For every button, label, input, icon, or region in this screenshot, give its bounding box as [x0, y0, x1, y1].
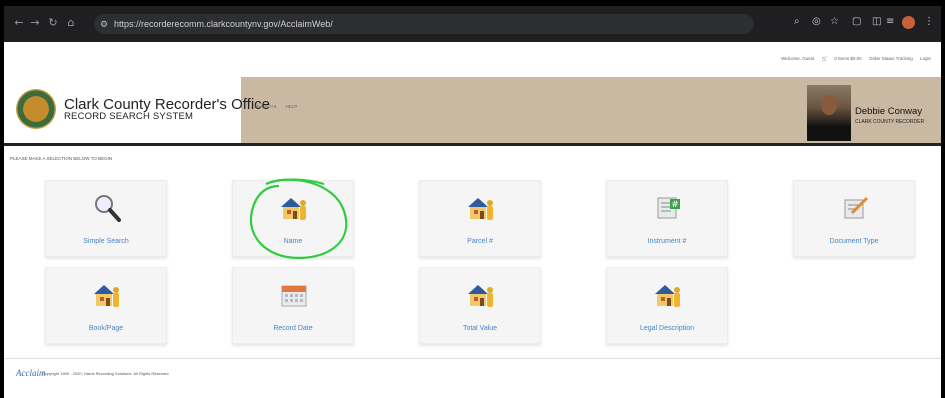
recorder-portrait	[807, 85, 851, 141]
profile-icon[interactable]	[902, 16, 915, 29]
house-person-icon	[92, 280, 122, 310]
menu-search[interactable]: SEARCH ▾	[254, 104, 276, 109]
search-tile-document-type[interactable]: Document Type	[793, 180, 915, 257]
home-icon[interactable]: ⌂	[64, 16, 78, 29]
zoom-icon[interactable]: ⌕	[794, 16, 800, 27]
reload-icon[interactable]: ↻	[46, 16, 60, 29]
house-person-icon	[653, 280, 683, 310]
tile-label[interactable]: Name	[233, 238, 353, 245]
browser-toolbar: ← → ↻ ⌂ ⚙ https://recorderecomm.clarkcou…	[4, 6, 941, 42]
search-tile-parcel[interactable]: Parcel #	[419, 180, 541, 257]
search-tile-record-date[interactable]: Record Date	[232, 267, 354, 344]
back-icon[interactable]: ←	[12, 16, 26, 29]
tile-label[interactable]: Total Value	[420, 325, 540, 332]
eye-off-icon[interactable]: ◎	[812, 16, 821, 27]
cart-link[interactable]: 0 Items $0.00	[834, 56, 861, 61]
recorder-title: CLARK COUNTY RECORDER	[855, 119, 925, 125]
screen: ← → ↻ ⌂ ⚙ https://recorderecomm.clarkcou…	[4, 6, 941, 398]
house-person-icon	[466, 193, 496, 223]
search-tile-legal-description[interactable]: Legal Description	[606, 267, 728, 344]
forward-icon[interactable]: →	[28, 16, 42, 29]
tile-label[interactable]: Legal Description	[607, 325, 727, 332]
tile-label[interactable]: Book/Page	[46, 325, 166, 332]
star-icon[interactable]: ☆	[830, 16, 839, 27]
site-settings-icon[interactable]: ⚙	[100, 14, 108, 34]
extensions-icon[interactable]: ▢	[852, 16, 861, 27]
document-pen-icon	[840, 193, 870, 223]
copyright-text: Copyright 1999 - 2020, Harris Recording …	[42, 371, 170, 376]
selection-prompt: PLEASE MAKE A SELECTION BELOW TO BEGIN	[10, 156, 113, 161]
url-text: https://recorderecomm.clarkcountynv.gov/…	[114, 19, 333, 29]
order-status-link[interactable]: Order Status Tracking	[869, 56, 913, 61]
header-divider	[4, 143, 941, 146]
tile-label[interactable]: Record Date	[233, 325, 353, 332]
search-tile-book-page[interactable]: Book/Page	[45, 267, 167, 344]
svg-text:#: #	[671, 200, 679, 210]
cart-icon[interactable]: 🛒	[822, 56, 828, 61]
search-tile-instrument[interactable]: # Instrument #	[606, 180, 728, 257]
county-seal-logo[interactable]	[16, 89, 56, 129]
search-tile-simple-search[interactable]: Simple Search	[45, 180, 167, 257]
menu-help[interactable]: HELP	[286, 104, 298, 109]
search-tile-name[interactable]: Name	[232, 180, 354, 257]
house-person-icon	[279, 193, 309, 223]
tile-label[interactable]: Document Type	[794, 238, 914, 245]
login-link[interactable]: Login	[920, 56, 931, 61]
tab-search-icon[interactable]: ≡	[886, 16, 894, 27]
site-header: Clark County Recorder's Office RECORD SE…	[4, 77, 941, 143]
site-title: Clark County Recorder's Office	[64, 96, 270, 113]
recorder-name: Debbie Conway	[855, 106, 923, 117]
sidebar-icon[interactable]: ◫	[872, 16, 881, 27]
house-person-icon	[466, 280, 496, 310]
welcome-text: Welcome, Guest	[781, 56, 815, 61]
tile-label[interactable]: Simple Search	[46, 238, 166, 245]
footer-divider	[4, 358, 941, 359]
user-bar: Welcome, Guest 🛒 0 Items $0.00 Order Sta…	[775, 56, 931, 62]
menu-icon[interactable]: ⋮	[924, 16, 934, 27]
document-number-icon: #	[653, 193, 683, 223]
magnifier-icon	[92, 193, 122, 223]
site-subtitle: RECORD SEARCH SYSTEM	[64, 111, 194, 122]
main-menu: SEARCH ▾ HELP	[254, 104, 305, 110]
address-bar[interactable]: ⚙ https://recorderecomm.clarkcountynv.go…	[94, 14, 754, 34]
tile-label[interactable]: Parcel #	[420, 238, 540, 245]
search-tile-total-value[interactable]: Total Value	[419, 267, 541, 344]
calendar-icon	[279, 280, 309, 310]
tile-label[interactable]: Instrument #	[607, 238, 727, 245]
